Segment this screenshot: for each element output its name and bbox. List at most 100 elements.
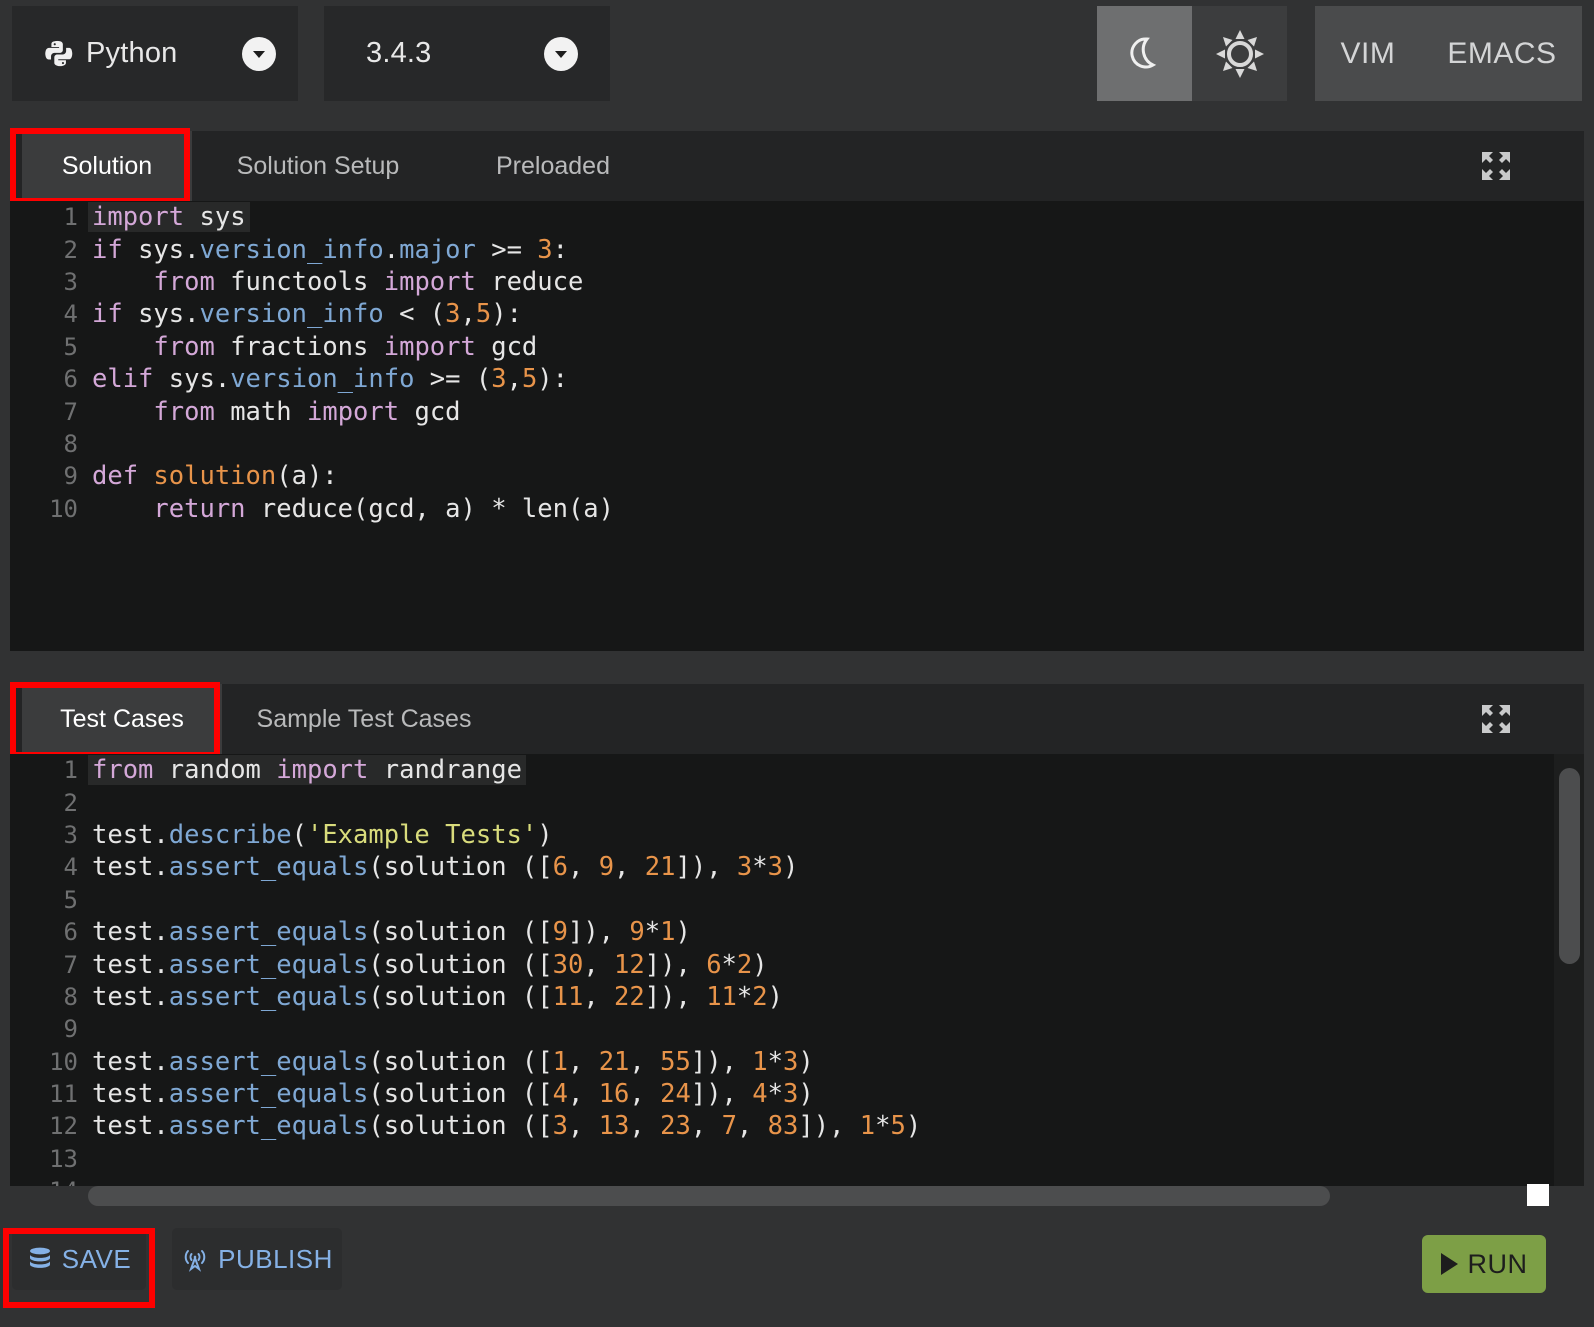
code-text: return reduce(gcd, a) * len(a): [153, 493, 615, 524]
code-line: 12 test.assert_equals(solution ([3, 13, …: [10, 1110, 1584, 1142]
code-text: test.assert_equals(solution ([1, 21, 55]…: [92, 1046, 814, 1077]
line-number: 14: [10, 1177, 88, 1186]
line-number: 7: [63, 950, 78, 979]
code-line: 10 test.assert_equals(solution ([1, 21, …: [10, 1046, 1584, 1078]
code-line: 4 if sys.version_info < (3,5):: [10, 298, 1584, 330]
save-button-label: SAVE: [61, 1243, 132, 1274]
line-number: 9: [63, 1015, 78, 1044]
tab-sample-test-cases[interactable]: Sample Test Cases: [244, 684, 484, 754]
sun-icon: [1214, 28, 1266, 80]
solution-tabbar: Solution Solution Setup Preloaded: [10, 131, 1584, 201]
code-line: 3 from functools import reduce: [10, 266, 1584, 298]
expand-fullscreen-icon[interactable]: [1480, 150, 1512, 182]
code-line: 13: [10, 1143, 1584, 1175]
version-value: 3.4.3: [366, 37, 432, 69]
tab-solution-setup[interactable]: Solution Setup: [218, 131, 418, 201]
line-number: 1: [63, 756, 78, 785]
line-number: 7: [63, 397, 78, 426]
code-text: test.assert_equals(solution ([4, 16, 24]…: [92, 1079, 814, 1110]
tab-solution-label: Solution: [61, 151, 153, 180]
theme-toggle-group: [1097, 6, 1287, 101]
line-number: 6: [63, 365, 78, 394]
code-text: from math import gcd: [153, 396, 461, 427]
code-text: test.assert_equals(solution ([3, 13, 23,…: [92, 1111, 922, 1142]
tab-solution-setup-label: Solution Setup: [236, 151, 400, 180]
language-name: Python: [86, 37, 178, 69]
code-line: 5 from fractions import gcd: [10, 331, 1584, 363]
line-number: 8: [63, 429, 78, 458]
editor-keybinding-group: VIM EMACS: [1315, 6, 1582, 101]
line-number: 12: [49, 1112, 78, 1141]
line-number: 4: [63, 300, 78, 329]
tab-preloaded[interactable]: Preloaded: [468, 131, 638, 201]
expand-fullscreen-icon[interactable]: [1480, 703, 1512, 735]
solution-code-editor[interactable]: 1 import sys 2 if sys.version_info.major…: [10, 201, 1584, 651]
language-select-label: Python: [44, 37, 178, 70]
chevron-down-icon[interactable]: [544, 37, 578, 71]
test-tabbar: Test Cases Sample Test Cases: [10, 684, 1584, 754]
code-text: test.assert_equals(solution ([6, 9, 21])…: [92, 852, 799, 883]
test-cases-code-editor[interactable]: 1 from random import randrange 2 3 test.…: [10, 754, 1584, 1186]
language-select[interactable]: Python: [12, 6, 298, 101]
code-line: 6 elif sys.version_info >= (3,5):: [10, 363, 1584, 395]
publish-button[interactable]: PUBLISH: [172, 1228, 342, 1290]
line-number: 10: [49, 494, 78, 523]
run-button[interactable]: RUN: [1422, 1235, 1546, 1293]
code-line: 5: [10, 884, 1584, 916]
code-text: from functools import reduce: [153, 266, 584, 297]
line-number: 4: [63, 853, 78, 882]
code-line: 7 test.assert_equals(solution ([30, 12])…: [10, 948, 1584, 980]
chevron-down-icon[interactable]: [242, 37, 276, 71]
test-editor-horizontal-scrollbar-thumb[interactable]: [88, 1186, 1330, 1206]
code-text: test.assert_equals(solution ([9]), 9*1): [92, 917, 691, 948]
tab-solution[interactable]: Solution: [22, 131, 192, 201]
footer-bar: SAVE PUBLISH: [0, 1210, 1594, 1327]
publish-button-label: PUBLISH: [218, 1243, 333, 1274]
code-line: 6 test.assert_equals(solution ([9]), 9*1…: [10, 916, 1584, 948]
scrollbar-corner: [1527, 1184, 1549, 1206]
code-line: 1 from random import randrange: [10, 754, 1584, 786]
broadcast-icon: [181, 1245, 209, 1273]
line-number: 11: [49, 1080, 78, 1109]
code-line: 4 test.assert_equals(solution ([6, 9, 21…: [10, 851, 1584, 883]
code-line: 9: [10, 1013, 1584, 1045]
run-button-label: RUN: [1467, 1248, 1528, 1279]
code-line: 8: [10, 428, 1584, 460]
python-logo-icon: [44, 39, 74, 69]
version-select[interactable]: 3.4.3: [324, 6, 610, 101]
emacs-mode-button[interactable]: EMACS: [1447, 37, 1556, 71]
line-number: 8: [63, 982, 78, 1011]
line-number: 3: [63, 820, 78, 849]
code-text: elif sys.version_info >= (3,5):: [92, 364, 569, 395]
tab-sample-test-cases-label: Sample Test Cases: [256, 704, 472, 733]
line-number: 3: [63, 267, 78, 296]
line-number: 6: [63, 918, 78, 947]
play-icon: [1440, 1253, 1458, 1275]
code-line: 1 import sys: [10, 201, 1584, 233]
test-editor-vertical-scrollbar-thumb[interactable]: [1559, 768, 1580, 964]
vim-mode-button[interactable]: VIM: [1340, 37, 1395, 71]
code-line: 2: [10, 786, 1584, 818]
line-number: 5: [63, 885, 78, 914]
line-number: 13: [49, 1144, 78, 1173]
code-line: 3 test.describe('Example Tests'): [10, 819, 1584, 851]
tab-test-cases[interactable]: Test Cases: [22, 684, 222, 754]
line-number: 2: [63, 788, 78, 817]
code-text: def solution(a):: [92, 461, 338, 492]
code-text: if sys.version_info.major >= 3:: [92, 234, 569, 265]
dark-theme-button[interactable]: [1097, 6, 1192, 101]
line-number: 9: [63, 462, 78, 491]
light-theme-button[interactable]: [1192, 6, 1287, 101]
line-number: 1: [63, 203, 78, 232]
code-text: if sys.version_info < (3,5):: [92, 299, 522, 330]
save-button[interactable]: SAVE: [12, 1228, 146, 1290]
line-number: 10: [49, 1047, 78, 1076]
code-text: test.assert_equals(solution ([30, 12]), …: [92, 949, 768, 980]
code-line: 2 if sys.version_info.major >= 3:: [10, 233, 1584, 265]
